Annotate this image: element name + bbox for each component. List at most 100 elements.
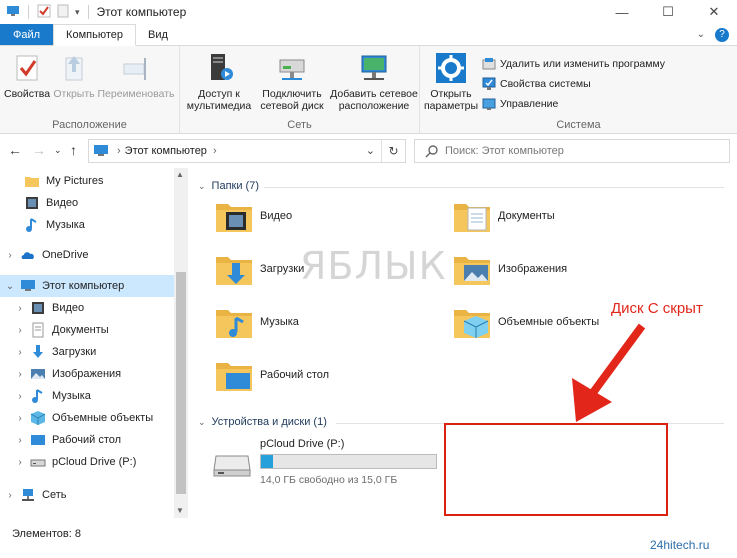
refresh-button[interactable]: ↻ [381, 140, 405, 162]
sidebar-item-label: Объемные объекты [52, 412, 154, 424]
search-input[interactable]: Поиск: Этот компьютер [445, 145, 564, 157]
sidebar-item-this-pc[interactable]: ⌄ Этот компьютер [0, 275, 174, 297]
minimize-button[interactable]: — [599, 0, 645, 24]
sidebar-item-my-pictures[interactable]: My Pictures [0, 170, 174, 192]
expand-chevron-icon[interactable]: › [14, 325, 26, 336]
sidebar-item-video[interactable]: Видео [0, 192, 174, 214]
sidebar-item-label: Видео [46, 197, 79, 209]
video-folder-icon [216, 204, 252, 232]
folder-label: Рабочий стол [260, 369, 330, 381]
uninstall-icon [482, 58, 496, 70]
item-count: Элементов: 8 [12, 528, 81, 540]
media-access-button[interactable]: Доступ к мультимедиа [182, 52, 256, 112]
sidebar-item-onedrive[interactable]: › OneDrive [0, 244, 174, 266]
devices-section-header[interactable]: ⌄ Устройства и диски (1) [198, 416, 327, 428]
group-label: Система [556, 119, 601, 131]
tab-file[interactable]: Файл [0, 24, 54, 45]
rename-label: Переименовать [97, 88, 175, 100]
music-icon [26, 218, 37, 232]
back-arrow-icon[interactable]: ← [8, 142, 22, 158]
cloud-icon [21, 252, 34, 259]
drive-pcloud[interactable]: pCloud Drive (P:) 14,0 ГБ свободно из 15… [210, 436, 440, 486]
customize-chevron-icon[interactable]: ▾ [75, 7, 80, 18]
folders-section-header[interactable]: ⌄ Папки (7) [198, 180, 259, 192]
help-icon[interactable]: ? [715, 27, 729, 42]
open-button[interactable]: Открыть [52, 52, 96, 100]
sidebar-item-label: pCloud Drive (P:) [52, 456, 137, 468]
uninstall-program-link[interactable]: Удалить или изменить программу [482, 54, 665, 74]
expand-chevron-icon[interactable]: › [14, 391, 26, 402]
system-properties-link[interactable]: Свойства системы [482, 74, 665, 94]
properties-label: Свойства [4, 88, 51, 100]
window-title: Этот компьютер [96, 5, 187, 19]
map-network-drive-button[interactable]: Подключить сетевой диск [256, 52, 328, 112]
add-network-location-button[interactable]: Добавить сетевое расположение [330, 52, 418, 112]
new-folder-icon[interactable] [57, 4, 69, 21]
sidebar-item-pcloud-drive[interactable]: › pCloud Drive (P:) [0, 451, 174, 473]
tab-computer[interactable]: Компьютер [53, 24, 136, 46]
folder-music[interactable]: Музыка [214, 298, 434, 346]
breadcrumb-chevron-icon[interactable]: › [117, 145, 121, 157]
expand-chevron-icon[interactable]: › [14, 435, 26, 446]
expand-chevron-icon[interactable]: › [4, 250, 16, 261]
tab-view[interactable]: Вид [136, 24, 180, 45]
properties-button[interactable]: Свойства [4, 52, 50, 100]
sidebar-item-network[interactable]: › Сеть [0, 484, 174, 506]
manage-link[interactable]: Управление [482, 94, 665, 114]
up-arrow-icon[interactable]: ↑ [70, 142, 77, 158]
history-chevron-icon[interactable]: ⌄ [366, 144, 375, 157]
scroll-up-icon[interactable]: ▲ [176, 170, 184, 179]
sidebar-item-music[interactable]: › Музыка [0, 385, 174, 407]
breadcrumb[interactable]: Этот компьютер [125, 145, 207, 157]
ribbon-group-location: Свойства Открыть Переименовать Расположе… [0, 46, 180, 134]
search-box[interactable]: Поиск: Этот компьютер [414, 139, 730, 163]
folder-documents[interactable]: Документы [452, 192, 672, 240]
expand-chevron-icon[interactable]: › [14, 413, 26, 424]
expand-chevron-icon[interactable]: › [14, 303, 26, 314]
manage-label: Управление [500, 98, 559, 110]
checkmark-properties-icon [16, 55, 38, 81]
sidebar-scrollbar[interactable]: ▲ ▼ [174, 168, 188, 518]
expand-chevron-icon[interactable]: › [4, 490, 16, 501]
close-button[interactable]: ✕ [691, 0, 737, 24]
rename-button[interactable]: Переименовать [96, 52, 176, 100]
maximize-button[interactable]: ☐ [645, 0, 691, 24]
drive-icon [30, 459, 46, 467]
drive-free-space: 14,0 ГБ свободно из 15,0 ГБ [260, 474, 398, 486]
collapse-chevron-icon[interactable]: ⌄ [198, 181, 206, 192]
expand-chevron-icon[interactable]: › [14, 369, 26, 380]
forward-arrow-icon[interactable]: → [32, 142, 46, 158]
scrollbar-thumb[interactable] [176, 272, 186, 494]
sidebar-item-documents[interactable]: › Документы [0, 319, 174, 341]
expand-chevron-icon[interactable]: › [14, 347, 26, 358]
scroll-down-icon[interactable]: ▼ [176, 506, 184, 515]
address-bar[interactable]: › Этот компьютер › ⌄ ↻ [88, 139, 406, 163]
video-folder-icon [32, 302, 44, 314]
sidebar-item-video[interactable]: › Видео [0, 297, 174, 319]
sidebar-item-downloads[interactable]: › Загрузки [0, 341, 174, 363]
folder-desktop[interactable]: Рабочий стол [214, 351, 434, 399]
section-title: Папки (7) [211, 180, 259, 192]
recent-chevron-icon[interactable]: ⌄ [54, 145, 62, 156]
expand-chevron-icon[interactable]: › [14, 457, 26, 468]
hidden-drive-highlight [444, 423, 668, 516]
sidebar-item-label: Рабочий стол [52, 434, 122, 446]
computer-icon[interactable] [6, 5, 20, 20]
folder-video[interactable]: Видео [214, 192, 434, 240]
sidebar-item-3d-objects[interactable]: › Объемные объекты [0, 407, 174, 429]
ribbon-tabs: Файл Компьютер Вид ⌄ ? [0, 24, 737, 46]
sidebar-item-pictures[interactable]: › Изображения [0, 363, 174, 385]
sidebar-item-music[interactable]: Музыка [0, 214, 174, 236]
properties-check-icon[interactable] [37, 4, 51, 21]
ribbon-group-network: Доступ к мультимедиа Подключить сетевой … [180, 46, 420, 134]
collapse-chevron-icon[interactable]: ⌄ [198, 417, 206, 428]
open-settings-button[interactable]: Открыть параметры [422, 52, 480, 112]
sidebar-item-desktop[interactable]: › Рабочий стол [0, 429, 174, 451]
folder-pictures[interactable]: Изображения [452, 245, 672, 293]
pictures-folder-icon [454, 257, 490, 285]
uninstall-label: Удалить или изменить программу [500, 58, 666, 70]
chevron-down-icon[interactable]: ⌄ [697, 29, 705, 40]
collapse-chevron-icon[interactable]: ⌄ [4, 281, 16, 292]
breadcrumb-chevron-icon[interactable]: › [213, 145, 217, 157]
annotation-label: Диск С скрыт [611, 300, 703, 317]
